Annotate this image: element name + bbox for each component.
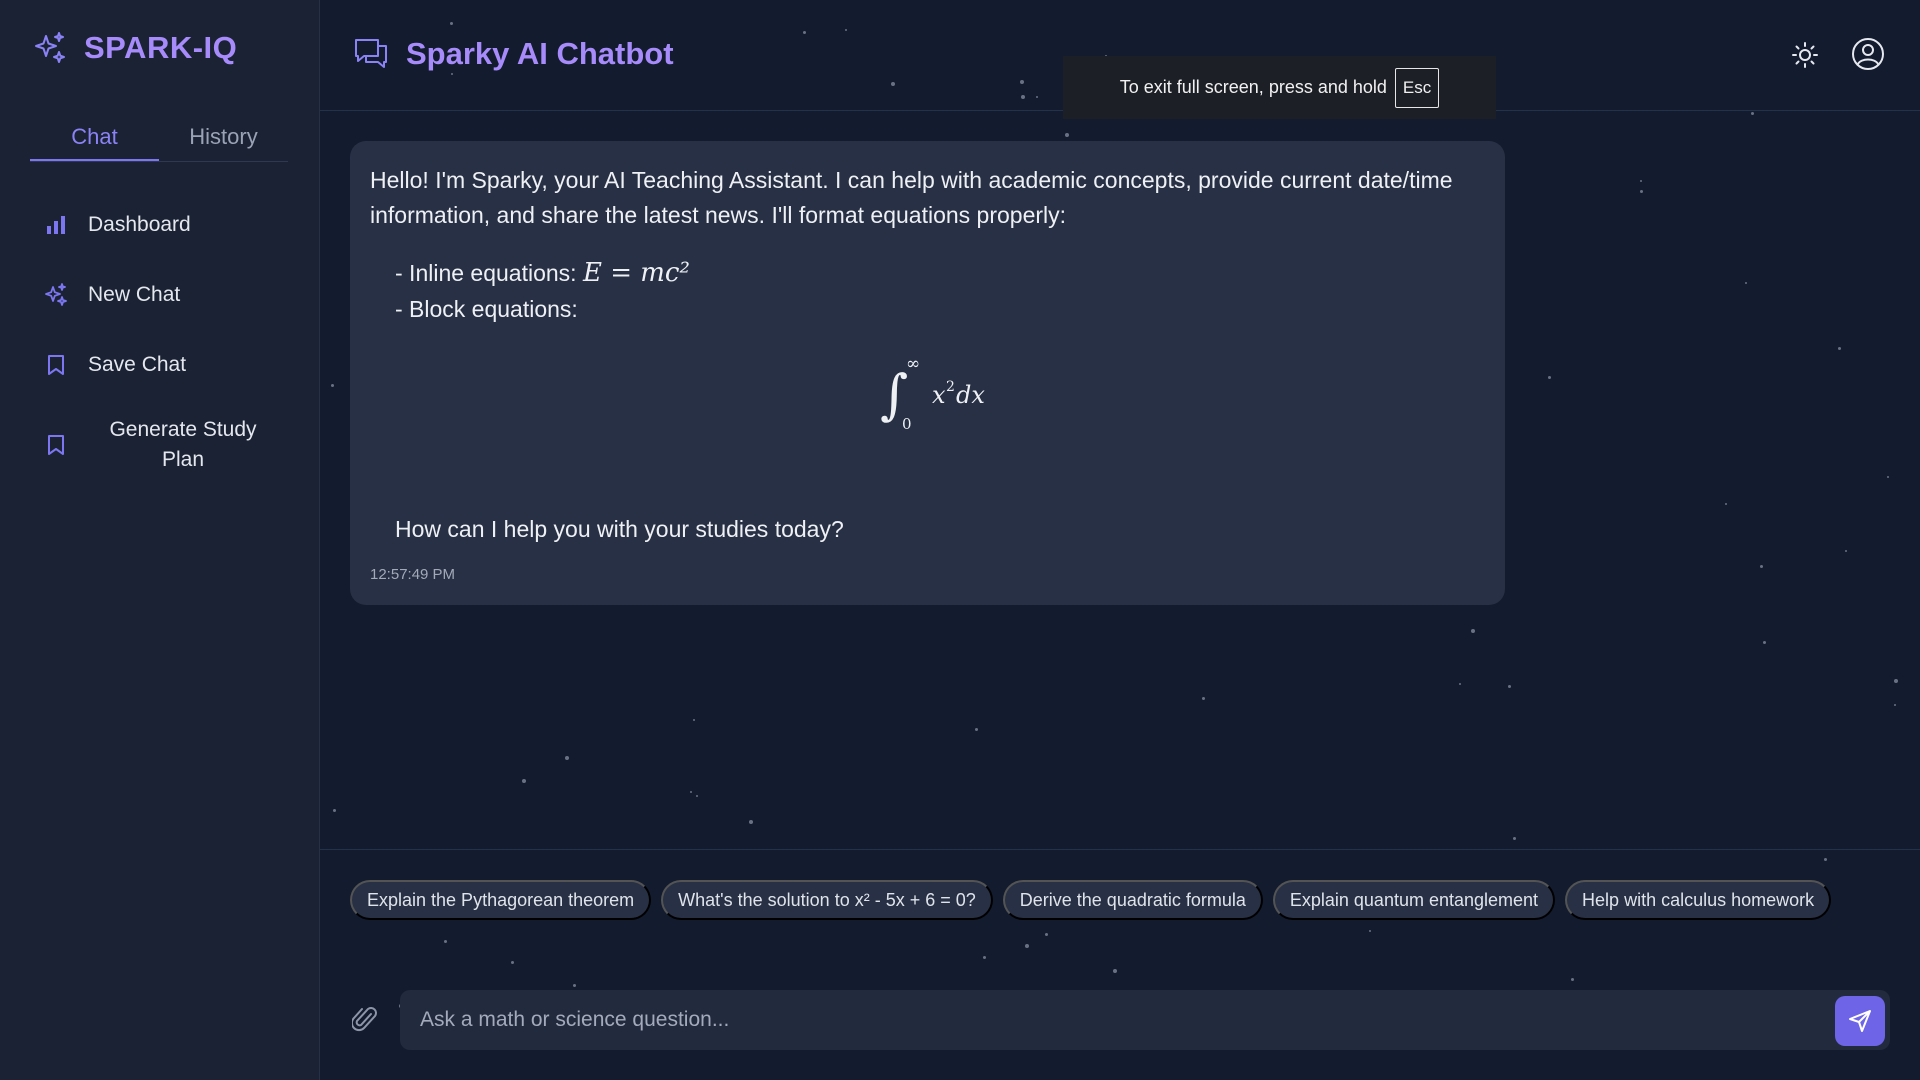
esc-key: Esc — [1394, 67, 1440, 108]
star-dot — [1045, 933, 1048, 936]
suggestion-chip[interactable]: Derive the quadratic formula — [1002, 880, 1263, 920]
sidebar: SPARK-IQ Chat History Dashboard New Chat — [0, 0, 320, 1080]
star-dot — [1845, 550, 1847, 552]
star-dot — [1751, 112, 1754, 115]
sidebar-item-generate-study-plan[interactable]: Generate Study Plan — [44, 400, 294, 490]
chat-title: Sparky AI Chatbot — [352, 36, 674, 72]
star-dot — [1887, 476, 1889, 478]
star-dot — [1459, 683, 1461, 685]
user-profile-button[interactable] — [1850, 36, 1886, 72]
star-dot — [1725, 503, 1727, 505]
block-equation-label: - Block equations: — [395, 296, 578, 322]
inline-equation-label: - Inline equations: — [395, 260, 577, 286]
star-dot — [693, 719, 695, 721]
chat-main: Sparky AI Chatbot To exit full screen, p… — [320, 0, 1920, 1080]
suggestion-chip[interactable]: What's the solution to x² - 5x + 6 = 0? — [661, 880, 993, 920]
star-dot — [1369, 930, 1371, 932]
star-dot — [690, 791, 692, 793]
fullscreen-notice: To exit full screen, press and hold Esc — [1063, 56, 1496, 119]
tab-chat[interactable]: Chat — [30, 116, 159, 161]
star-dot — [1508, 685, 1511, 688]
sidebar-item-new-chat[interactable]: New Chat — [44, 260, 294, 330]
sidebar-item-save-chat[interactable]: Save Chat — [44, 330, 294, 400]
star-dot — [983, 956, 986, 959]
star-dot — [1894, 704, 1896, 706]
star-dot — [975, 728, 978, 731]
svg-text:dx: dx — [956, 381, 985, 409]
star-dot — [1838, 347, 1841, 350]
star-dot — [1113, 969, 1117, 973]
paperclip-icon — [350, 1007, 377, 1032]
star-dot — [1471, 629, 1475, 633]
sparkle-logo-icon — [35, 32, 65, 63]
star-dot — [1202, 697, 1205, 700]
sidebar-item-label: Dashboard — [88, 213, 191, 236]
sidebar-nav: Dashboard New Chat Save Chat Generate St… — [44, 190, 294, 490]
bar-chart-icon — [44, 213, 68, 237]
star-dot — [565, 756, 569, 760]
send-icon — [1849, 1010, 1871, 1032]
star-dot — [1548, 376, 1551, 379]
star-dot — [1025, 944, 1029, 948]
sidebar-item-label: Save Chat — [88, 353, 187, 376]
star-dot — [331, 384, 334, 387]
suggestion-chip[interactable]: Explain the Pythagorean theorem — [350, 880, 652, 920]
sidebar-tabs: Chat History — [30, 116, 288, 162]
star-dot — [1571, 978, 1574, 981]
block-equation: ∫ 0 ∞ x 2 dx — [880, 354, 985, 433]
suggestion-chip[interactable]: Help with calculus homework — [1565, 880, 1832, 920]
user-circle-icon — [1852, 38, 1884, 70]
star-dot — [1760, 565, 1763, 568]
sidebar-item-dashboard[interactable]: Dashboard — [44, 190, 294, 260]
svg-text:0: 0 — [902, 415, 912, 433]
tab-history[interactable]: History — [159, 116, 288, 161]
sidebar-item-label: New Chat — [88, 283, 181, 306]
brand-name: SPARK-IQ — [84, 30, 238, 65]
divider — [320, 849, 1920, 850]
star-dot — [749, 820, 753, 824]
svg-text:x: x — [932, 381, 946, 409]
star-dot — [511, 961, 514, 964]
fullscreen-notice-text: To exit full screen, press and hold — [1119, 77, 1387, 97]
star-dot — [444, 940, 447, 943]
sun-icon — [1792, 42, 1818, 68]
sidebar-item-label: Generate Study Plan — [109, 418, 257, 471]
star-dot — [1763, 641, 1766, 644]
suggestion-chips: Explain the Pythagorean theorem What's t… — [350, 880, 1850, 920]
star-dot — [1640, 190, 1643, 193]
inline-equation-line: - Inline equations: E = mc² — [395, 255, 1485, 291]
svg-text:2: 2 — [946, 379, 955, 395]
message-closing: How can I help you with your studies tod… — [395, 516, 844, 542]
star-dot — [522, 779, 526, 783]
svg-text:∞: ∞ — [906, 354, 920, 374]
bookmark-icon — [44, 433, 68, 457]
chat-input[interactable] — [400, 990, 1890, 1050]
star-dot — [1745, 282, 1747, 284]
theme-toggle-button[interactable] — [1790, 40, 1820, 70]
attach-file-button[interactable] — [350, 1004, 378, 1034]
star-dot — [1513, 837, 1516, 840]
brand[interactable]: SPARK-IQ — [32, 30, 237, 66]
page-title: Sparky AI Chatbot — [406, 36, 674, 71]
message-timestamp: 12:57:49 PM — [370, 566, 456, 583]
assistant-message: Hello! I'm Sparky, your AI Teaching Assi… — [350, 141, 1505, 605]
sparkle-icon — [44, 283, 68, 307]
inline-equation: E = mc² — [582, 258, 690, 288]
star-dot — [1640, 180, 1642, 182]
star-dot — [1824, 858, 1827, 861]
app-root: SPARK-IQ Chat History Dashboard New Chat — [0, 0, 1920, 1080]
star-dot — [696, 795, 698, 797]
chat-bubbles-icon — [355, 39, 387, 68]
send-button[interactable] — [1835, 996, 1885, 1046]
star-dot — [1894, 679, 1898, 683]
bookmark-icon — [44, 353, 68, 377]
message-intro: Hello! I'm Sparky, your AI Teaching Assi… — [370, 167, 1453, 228]
star-dot — [1065, 133, 1069, 137]
star-dot — [333, 809, 336, 812]
suggestion-chip[interactable]: Explain quantum entanglement — [1272, 880, 1556, 920]
star-dot — [573, 984, 576, 987]
